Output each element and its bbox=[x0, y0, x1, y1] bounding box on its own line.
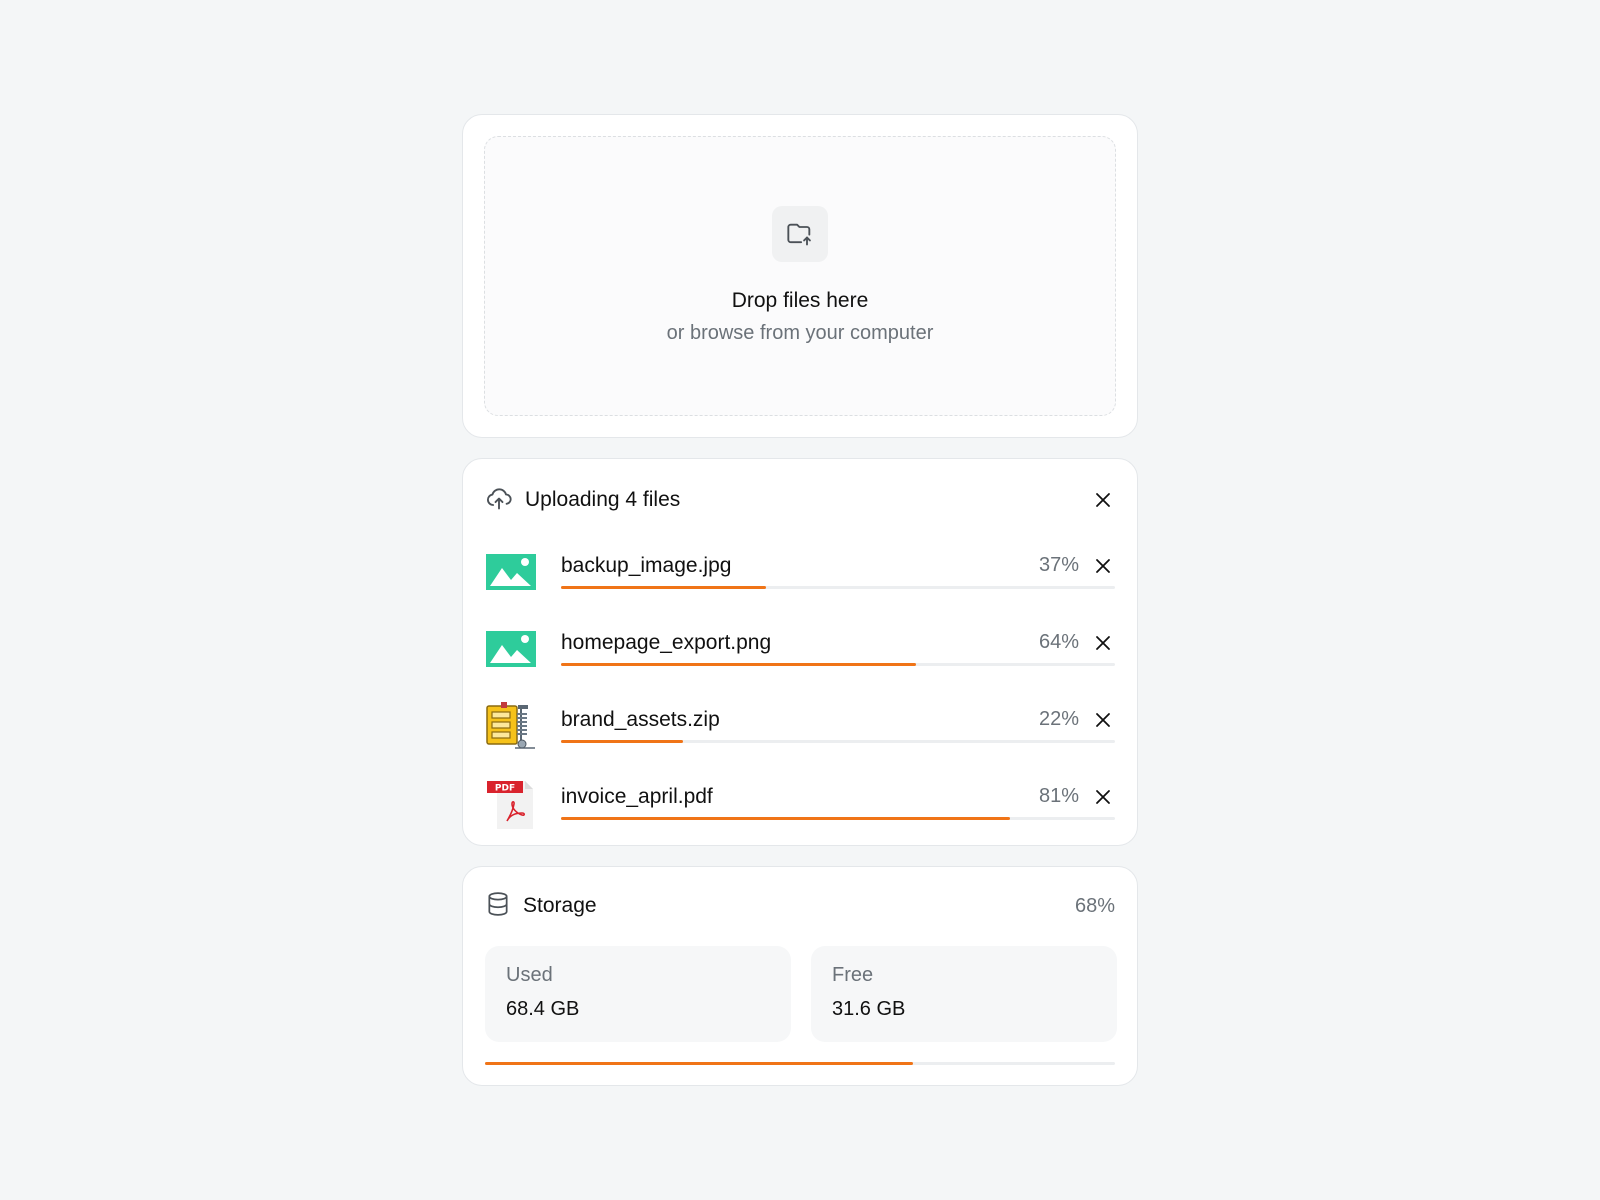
upload-file-row: PDF invoice_april.pdf 81% bbox=[485, 777, 1115, 833]
file-progress-fill bbox=[561, 817, 1010, 820]
storage-progress-track bbox=[485, 1062, 1115, 1065]
cancel-upload-button[interactable] bbox=[1091, 631, 1115, 655]
image-file-icon bbox=[485, 546, 537, 598]
cancel-upload-button[interactable] bbox=[1091, 785, 1115, 809]
storage-free-value: 31.6 GB bbox=[832, 998, 906, 1020]
close-uploads-button[interactable] bbox=[1091, 488, 1115, 512]
upload-header: Uploading 4 files bbox=[485, 485, 1115, 515]
image-file-icon bbox=[485, 623, 537, 675]
browse-files-link[interactable]: or browse from your computer bbox=[485, 322, 1115, 345]
close-icon bbox=[1096, 790, 1110, 804]
pdf-file-icon: PDF bbox=[485, 777, 537, 829]
file-progress-fill bbox=[561, 586, 766, 589]
storage-title: Storage bbox=[523, 894, 597, 917]
file-progress-track bbox=[561, 817, 1115, 820]
storage-free-stat: Free 31.6 GB bbox=[811, 946, 1117, 1042]
dropzone-title: Drop files here bbox=[731, 289, 869, 312]
storage-free-label: Free bbox=[832, 964, 874, 986]
cancel-upload-button[interactable] bbox=[1091, 554, 1115, 578]
file-progress-track bbox=[561, 663, 1115, 666]
upload-title: Uploading 4 files bbox=[525, 488, 681, 511]
folder-upload-icon bbox=[772, 206, 828, 262]
file-name: backup_image.jpg bbox=[561, 554, 732, 577]
file-name: brand_assets.zip bbox=[561, 708, 720, 731]
storage-used-value: 68.4 GB bbox=[506, 998, 580, 1020]
close-icon bbox=[1096, 636, 1110, 650]
file-name: homepage_export.png bbox=[561, 631, 772, 654]
file-progress-fill bbox=[561, 740, 683, 743]
file-progress-percent: 22% bbox=[1038, 708, 1079, 730]
dropzone-card: Drop files here or browse from your comp… bbox=[462, 114, 1138, 438]
storage-used-stat: Used 68.4 GB bbox=[485, 946, 791, 1042]
cancel-upload-button[interactable] bbox=[1091, 708, 1115, 732]
storage-percent: 68% bbox=[1074, 895, 1115, 917]
close-icon bbox=[1096, 559, 1110, 573]
database-icon bbox=[485, 891, 511, 922]
zip-archive-icon bbox=[485, 700, 537, 752]
pdf-badge: PDF bbox=[495, 784, 515, 794]
file-progress-percent: 64% bbox=[1038, 631, 1079, 653]
upload-file-row: homepage_export.png 64% bbox=[485, 623, 1115, 679]
cloud-upload-icon bbox=[485, 484, 513, 517]
file-progress-track bbox=[561, 740, 1115, 743]
file-dropzone[interactable]: Drop files here or browse from your comp… bbox=[484, 136, 1116, 416]
file-progress-percent: 81% bbox=[1038, 785, 1079, 807]
storage-used-label: Used bbox=[506, 964, 553, 986]
close-icon bbox=[1096, 493, 1110, 507]
storage-header: Storage 68% bbox=[485, 891, 1115, 921]
upload-file-row: backup_image.jpg 37% bbox=[485, 546, 1115, 602]
file-name: invoice_april.pdf bbox=[561, 785, 713, 808]
file-progress-fill bbox=[561, 663, 916, 666]
upload-file-row: brand_assets.zip 22% bbox=[485, 700, 1115, 756]
upload-progress-card: Uploading 4 files backup_image.jpg 37% h… bbox=[462, 458, 1138, 846]
storage-progress-fill bbox=[485, 1062, 914, 1065]
storage-card: Storage 68% Used 68.4 GB Free 31.6 GB bbox=[462, 866, 1138, 1086]
file-progress-percent: 37% bbox=[1038, 554, 1079, 576]
close-icon bbox=[1096, 713, 1110, 727]
file-progress-track bbox=[561, 586, 1115, 589]
